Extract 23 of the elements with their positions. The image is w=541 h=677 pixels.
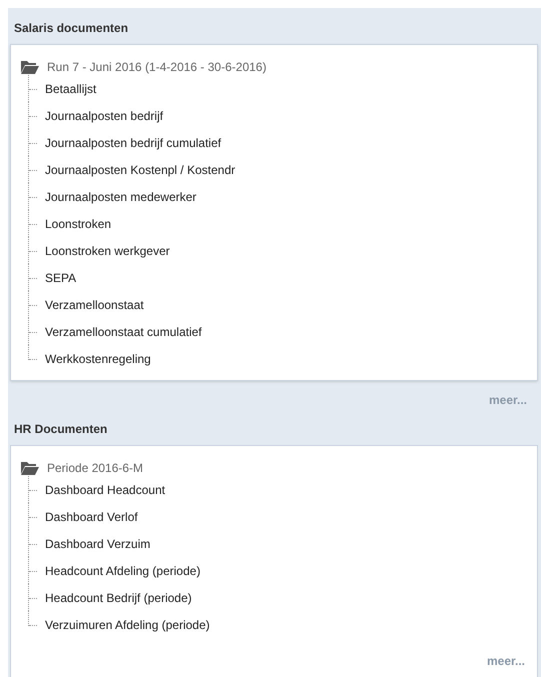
document-link[interactable]: Headcount Bedrijf (periode) bbox=[45, 588, 192, 606]
document-link[interactable]: Verzamelloonstaat cumulatief bbox=[45, 322, 202, 340]
document-link[interactable]: Werkkostenregeling bbox=[45, 350, 151, 368]
document-link[interactable]: Betaallijst bbox=[45, 80, 96, 98]
document-link[interactable]: Journaalposten bedrijf bbox=[45, 106, 164, 124]
folder-label[interactable]: Periode 2016-6-M bbox=[47, 459, 144, 477]
folder-icon bbox=[21, 60, 39, 74]
document-link[interactable]: Dashboard Headcount bbox=[45, 480, 166, 498]
document-link[interactable]: Loonstroken bbox=[45, 214, 112, 232]
folder-icon bbox=[21, 461, 39, 475]
document-link[interactable]: Headcount Afdeling (periode) bbox=[45, 562, 200, 580]
folder-label[interactable]: Run 7 - Juni 2016 (1-4-2016 - 30-6-2016) bbox=[47, 58, 266, 76]
section-title: Salaris documenten bbox=[13, 20, 130, 37]
document-link[interactable]: Journaalposten bedrijf cumulatief bbox=[45, 134, 222, 152]
document-link[interactable]: Verzamelloonstaat bbox=[45, 296, 144, 314]
document-link[interactable]: SEPA bbox=[45, 268, 76, 286]
document-link[interactable]: Dashboard Verzuim bbox=[45, 534, 150, 552]
section-title: HR Documenten bbox=[13, 421, 108, 438]
document-link[interactable]: Loonstroken werkgever bbox=[45, 242, 170, 260]
document-link[interactable]: Verzuimuren Afdeling (periode) bbox=[45, 616, 210, 634]
document-link[interactable]: Dashboard Verlof bbox=[45, 508, 138, 526]
document-link[interactable]: Journaalposten Kostenpl / Kostendr bbox=[45, 160, 236, 178]
document-link[interactable]: Journaalposten medewerker bbox=[45, 188, 196, 206]
